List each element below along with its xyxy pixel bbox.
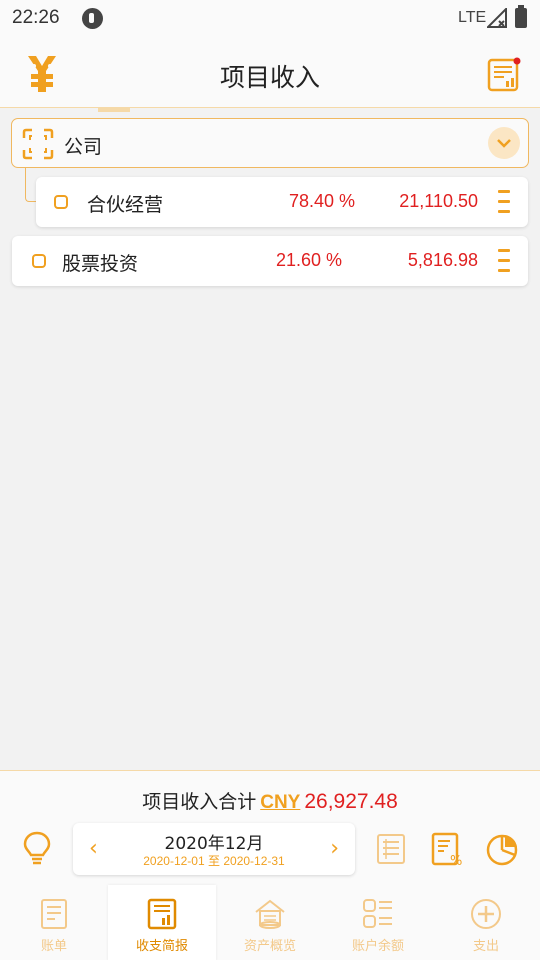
total-amount: 26,927.48 xyxy=(304,790,398,813)
tab-label: 支出 xyxy=(472,939,499,954)
item-amount: 21,110.50 xyxy=(399,191,478,211)
period-title: 2020年12月 xyxy=(164,834,264,854)
period-range: 2020-12-01 至 2020-12-31 xyxy=(73,852,355,869)
collapse-button[interactable] xyxy=(488,127,520,159)
item-amount: 5,816.98 xyxy=(407,250,478,270)
balance-icon xyxy=(363,899,392,928)
svg-text:%: % xyxy=(450,854,462,867)
page-title: 项目收入 xyxy=(219,63,320,92)
tab-label: 收支简报 xyxy=(135,939,188,954)
signal-icon xyxy=(487,8,507,28)
item-percent: 21.60 % xyxy=(276,250,343,270)
period-selector[interactable]: ‹ 2020年12月 2020-12-01 至 2020-12-31 › xyxy=(73,823,355,875)
pie-chart-icon[interactable] xyxy=(485,831,519,867)
notification-app-icon xyxy=(82,8,103,29)
tab-report[interactable]: 收支简报 xyxy=(108,885,216,960)
item-marker-icon xyxy=(32,254,46,268)
report-icon xyxy=(147,898,177,930)
percent-report-icon[interactable]: % xyxy=(430,831,464,867)
status-time: 22:26 xyxy=(12,7,60,28)
network-type: LTE xyxy=(458,9,487,26)
lightbulb-icon[interactable] xyxy=(22,831,52,867)
drag-handle-icon[interactable] xyxy=(498,190,510,214)
item-marker-icon xyxy=(54,195,68,209)
period-end: 2020-12-31 xyxy=(223,854,285,868)
group-row-company[interactable]: 公司 xyxy=(11,118,529,168)
battery-icon xyxy=(515,5,527,28)
list-item[interactable]: 股票投资 21.60 % 5,816.98 xyxy=(12,236,528,286)
tab-indicator xyxy=(98,108,130,112)
status-bar: 22:26 LTE xyxy=(0,0,540,38)
drag-handle-icon[interactable] xyxy=(498,249,510,273)
period-separator: 至 xyxy=(207,854,220,868)
assets-icon xyxy=(255,899,285,929)
report-icon[interactable] xyxy=(486,57,522,93)
total-summary: 项目收入合计 CNY 26,927.48 xyxy=(0,787,540,814)
tab-expense[interactable]: 支出 xyxy=(432,885,540,960)
currency-link[interactable]: CNY xyxy=(260,792,300,813)
item-name: 合伙经营 xyxy=(87,194,164,216)
app-bar: 项目收入 xyxy=(0,38,540,108)
chevron-right-icon[interactable]: › xyxy=(330,836,339,861)
list-item[interactable]: 合伙经营 78.40 % 21,110.50 xyxy=(36,177,528,227)
list-view-icon[interactable] xyxy=(374,831,408,867)
period-start: 2020-12-01 xyxy=(143,854,205,868)
tab-balance[interactable]: 账户余额 xyxy=(324,885,432,960)
bottom-tab-bar: 账单 收支简报 资产概览 账户余额 支出 xyxy=(0,885,540,960)
tab-label: 资产概览 xyxy=(243,939,296,954)
tab-label: 账单 xyxy=(40,939,67,954)
group-label: 公司 xyxy=(64,136,103,158)
chevron-down-icon xyxy=(497,139,511,148)
tab-bill[interactable]: 账单 xyxy=(0,885,108,960)
item-percent: 78.40 % xyxy=(289,191,356,211)
total-label: 项目收入合计 xyxy=(142,791,257,813)
tab-label: 账户余额 xyxy=(351,939,404,954)
item-name: 股票投资 xyxy=(62,253,139,275)
tab-assets[interactable]: 资产概览 xyxy=(216,885,324,960)
bill-icon xyxy=(41,899,67,929)
expand-frame-icon xyxy=(22,128,54,160)
add-expense-icon xyxy=(471,899,501,929)
footer-panel: 项目收入合计 CNY 26,927.48 ‹ 2020年12月 2020-12-01… xyxy=(0,770,540,960)
